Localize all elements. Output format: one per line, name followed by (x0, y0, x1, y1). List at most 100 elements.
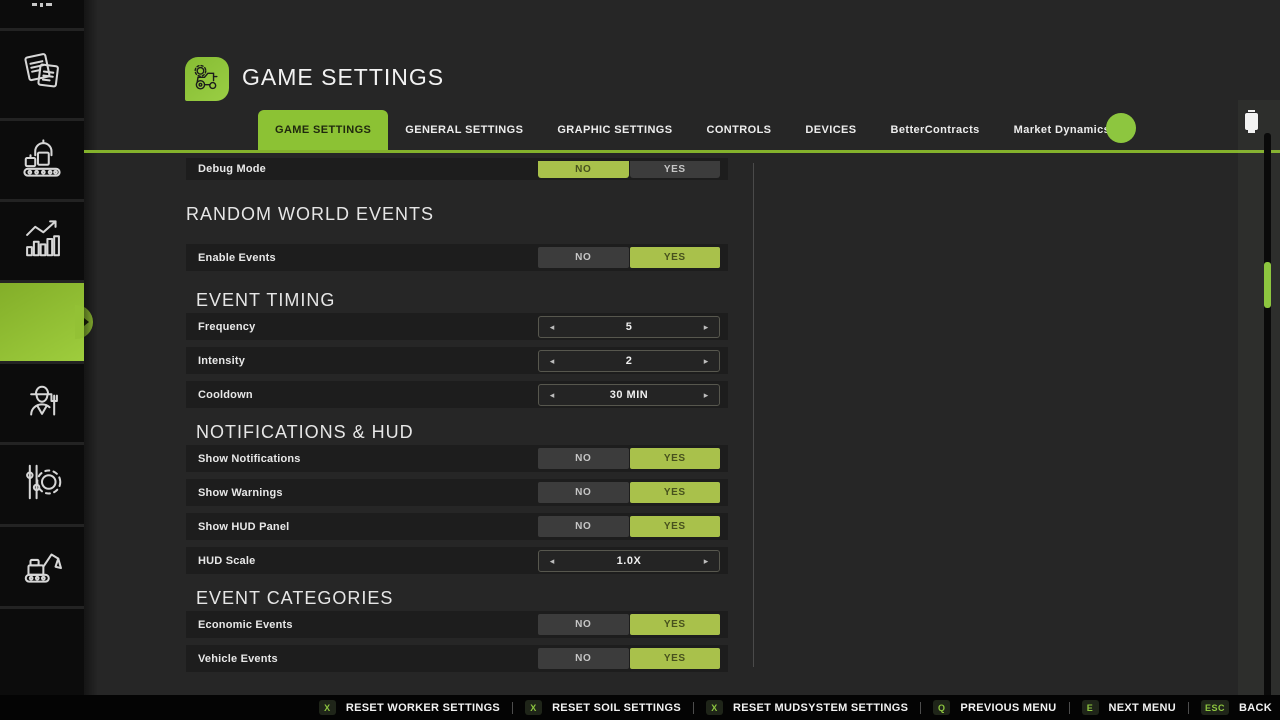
action-separator (693, 702, 694, 714)
setting-row-economic-events: Economic EventsNOYES (186, 611, 728, 638)
toggle-option-yes[interactable]: YES (630, 648, 721, 669)
spinner-next-arrow-icon[interactable]: ▸ (693, 350, 719, 372)
mouse-scroll-icon (1244, 110, 1259, 133)
tab-label: Market Dynamics (1014, 124, 1111, 136)
sidebar (0, 0, 84, 695)
action-label: RESET SOIL SETTINGS (552, 702, 681, 714)
settings-scroll-divider (753, 163, 754, 667)
sidebar-item-contracts[interactable] (0, 31, 84, 118)
action-back[interactable]: ESCBACK (1201, 700, 1272, 715)
tab-general-settings[interactable]: GENERAL SETTINGS (388, 110, 540, 150)
toggle-option-no[interactable]: NO (538, 247, 629, 268)
sidebar-empty-space (0, 609, 84, 695)
sidebar-shadow (84, 0, 98, 695)
toggle-group: NOYES (538, 516, 720, 537)
toggle-option-yes[interactable]: YES (630, 247, 721, 268)
section-title: RANDOM WORLD EVENTS (186, 204, 728, 225)
toggle-option-yes[interactable]: YES (630, 614, 721, 635)
spinner-value: 1.0X (565, 555, 693, 567)
spinner-prev-arrow-icon[interactable]: ◂ (539, 550, 565, 572)
action-previous-menu[interactable]: QPREVIOUS MENU (933, 700, 1056, 715)
setting-label: Cooldown (198, 389, 538, 401)
sidebar-item-partial[interactable] (0, 0, 84, 28)
tab-graphic-settings[interactable]: GRAPHIC SETTINGS (540, 110, 689, 150)
action-next-menu[interactable]: ENEXT MENU (1082, 700, 1176, 715)
setting-row-intensity: Intensity◂2▸ (186, 347, 728, 374)
action-reset-soil-settings[interactable]: X RESET SOIL SETTINGS (525, 700, 681, 715)
sidebar-item-mod-settings[interactable] (0, 445, 84, 524)
contracts-icon (19, 49, 65, 100)
value-spinner: ◂2▸ (538, 350, 720, 372)
setting-label: Show Notifications (198, 453, 538, 465)
sidebar-item-active-tile[interactable] (0, 283, 84, 361)
setting-label: Enable Events (198, 252, 538, 264)
action-label: PREVIOUS MENU (960, 702, 1056, 714)
action-separator (1188, 702, 1189, 714)
toggle-option-no[interactable]: NO (538, 482, 629, 503)
tab-market-dynamics[interactable]: Market Dynamics (997, 110, 1128, 150)
toggle-option-no[interactable]: NO (538, 448, 629, 469)
tractor-gear-icon (185, 57, 229, 101)
settings-list: Debug ModeNOYESRANDOM WORLD EVENTSEnable… (186, 153, 728, 690)
setting-row-show-warnings: Show WarningsNOYES (186, 479, 728, 506)
toggle-option-yes[interactable]: YES (630, 448, 721, 469)
toggle-option-no[interactable]: NO (538, 648, 629, 669)
tab-label: CONTROLS (707, 124, 772, 136)
setting-label: Debug Mode (198, 163, 538, 175)
spinner-value: 30 MIN (565, 389, 693, 401)
toggle-option-yes[interactable]: YES (630, 516, 721, 537)
spinner-next-arrow-icon[interactable]: ▸ (693, 550, 719, 572)
toggle-option-no[interactable]: NO (538, 161, 629, 178)
action-label: RESET MUDSYSTEM SETTINGS (733, 702, 908, 714)
key-badge-esc: ESC (1201, 700, 1229, 715)
setting-label: Show HUD Panel (198, 521, 538, 533)
farmer-icon (19, 378, 65, 429)
spinner-prev-arrow-icon[interactable]: ◂ (539, 350, 565, 372)
setting-label: HUD Scale (198, 555, 538, 567)
sidebar-item-construction[interactable] (0, 527, 84, 606)
toggle-option-no[interactable]: NO (538, 614, 629, 635)
action-reset-worker-settings[interactable]: XRESET WORKER SETTINGS (319, 700, 500, 715)
value-spinner: ◂1.0X▸ (538, 550, 720, 572)
mod-settings-icon (19, 459, 65, 510)
toggle-option-no[interactable]: NO (538, 516, 629, 537)
sidebar-item-production[interactable] (0, 121, 84, 199)
tab-game-settings[interactable]: GAME SETTINGS (258, 110, 388, 150)
page-title: GAME SETTINGS (242, 64, 444, 91)
action-separator (1069, 702, 1070, 714)
key-badge-x: X (525, 700, 542, 715)
page-scrollbar[interactable] (1264, 133, 1271, 711)
toggle-group: NOYES (538, 482, 720, 503)
toggle-group: NOYES (538, 247, 720, 268)
spinner-next-arrow-icon[interactable]: ▸ (693, 384, 719, 406)
setting-row-show-notifications: Show NotificationsNOYES (186, 445, 728, 472)
toggle-group: NOYES (538, 648, 720, 669)
spinner-value: 2 (565, 355, 693, 367)
toggle-option-yes[interactable]: YES (630, 482, 721, 503)
right-scroll-gutter (1238, 100, 1280, 720)
setting-row-vehicle-events: Vehicle EventsNOYES (186, 645, 728, 672)
spinner-prev-arrow-icon[interactable]: ◂ (539, 316, 565, 338)
statistics-icon (19, 216, 65, 267)
section-title: EVENT CATEGORIES (196, 588, 728, 609)
setting-row-cooldown: Cooldown◂30 MIN▸ (186, 381, 728, 408)
page-scrollbar-thumb[interactable] (1264, 262, 1271, 308)
key-badge-e: E (1082, 700, 1099, 715)
tab-bettercontracts[interactable]: BetterContracts (874, 110, 997, 150)
tab-devices[interactable]: DEVICES (788, 110, 873, 150)
value-spinner: ◂5▸ (538, 316, 720, 338)
toggle-option-yes[interactable]: YES (630, 161, 721, 178)
tab-controls[interactable]: CONTROLS (690, 110, 789, 150)
sidebar-item-farmer[interactable] (0, 364, 84, 442)
action-reset-mudsystem-settings[interactable]: XRESET MUDSYSTEM SETTINGS (706, 700, 908, 715)
setting-row-frequency: Frequency◂5▸ (186, 313, 728, 340)
tab-label: GRAPHIC SETTINGS (557, 124, 672, 136)
toggle-group: NOYES (538, 448, 720, 469)
setting-label: Show Warnings (198, 487, 538, 499)
value-spinner: ◂30 MIN▸ (538, 384, 720, 406)
setting-label: Vehicle Events (198, 653, 538, 665)
spinner-prev-arrow-icon[interactable]: ◂ (539, 384, 565, 406)
setting-row-hud-scale: HUD Scale◂1.0X▸ (186, 547, 728, 574)
spinner-next-arrow-icon[interactable]: ▸ (693, 316, 719, 338)
sidebar-item-statistics[interactable] (0, 202, 84, 280)
